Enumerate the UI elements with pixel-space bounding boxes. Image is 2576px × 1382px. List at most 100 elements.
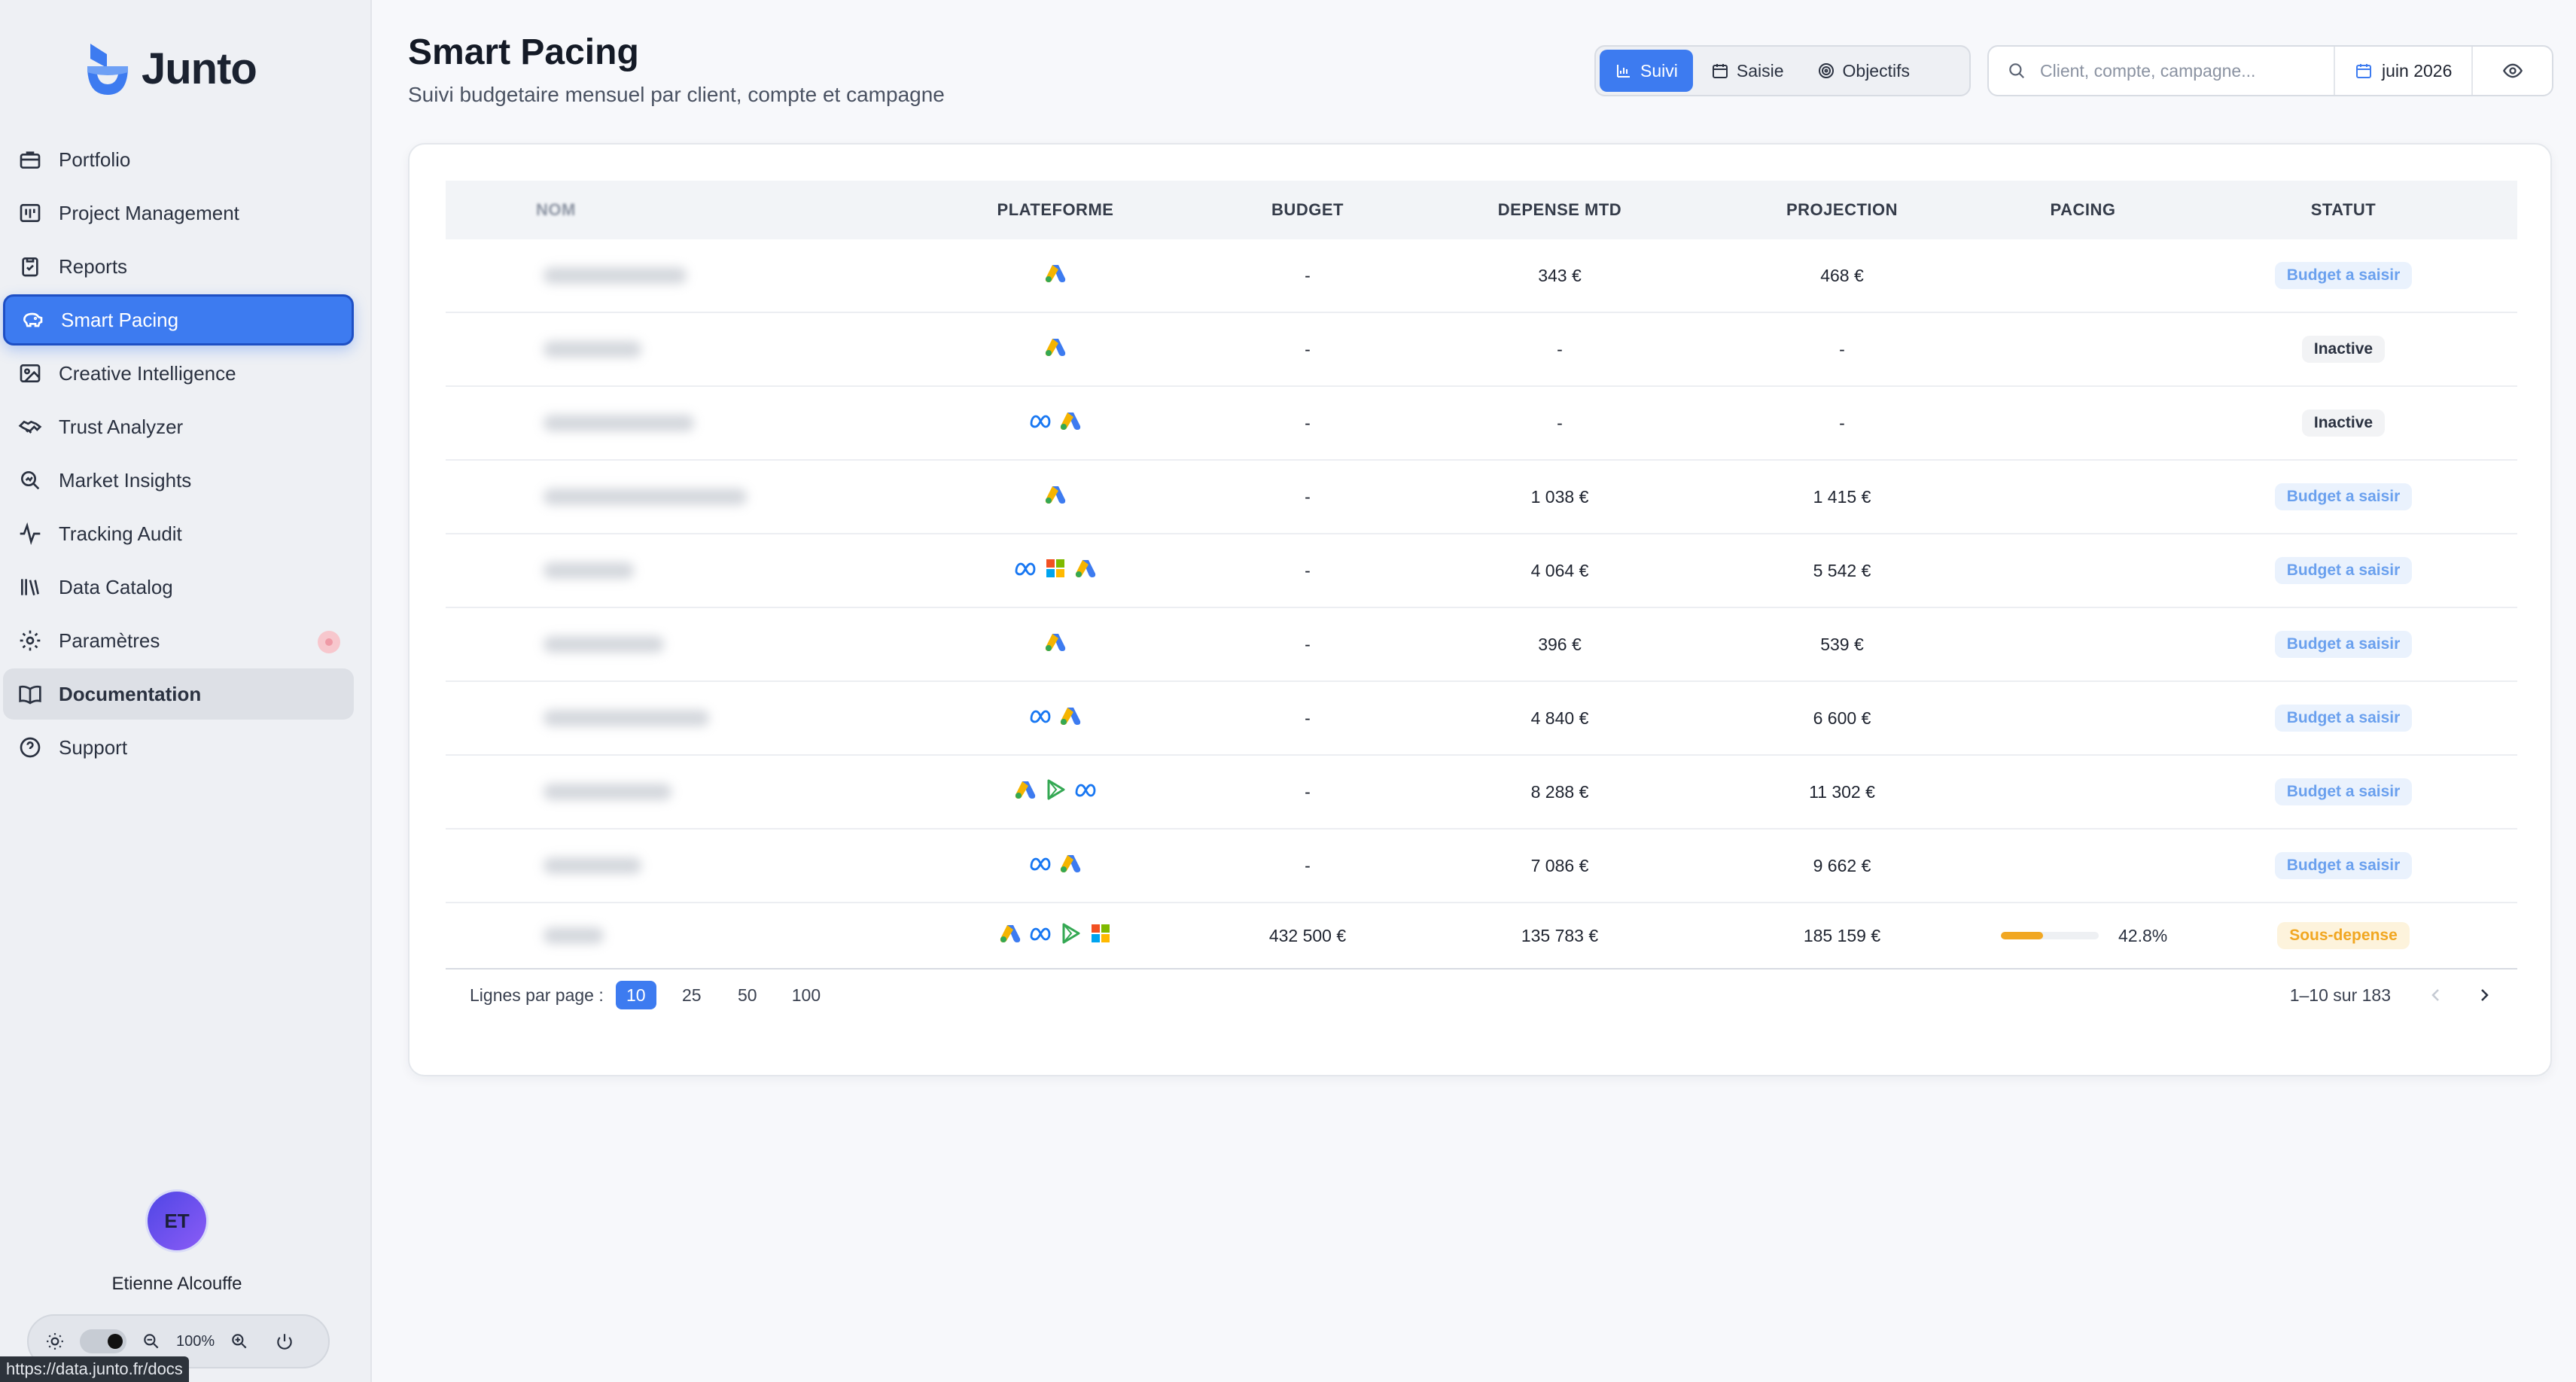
pacing-card: NOM PLATEFORME BUDGET DEPENSE MTD PROJEC… [408, 143, 2552, 1076]
pacing-indicator: 42.8% [1996, 926, 2170, 946]
cell-projection: - [1839, 412, 1845, 433]
cell-budget: - [1305, 634, 1311, 654]
sidebar-item-portfolio[interactable]: Portfolio [3, 134, 354, 185]
sidebar-item-smart-pacing[interactable]: Smart Pacing [3, 294, 354, 346]
table-row[interactable]: - 7 086 € 9 662 € Budget a saisir [446, 830, 2517, 903]
power-icon[interactable] [275, 1332, 294, 1351]
cell-depense: 7 086 € [1530, 855, 1589, 875]
table-row[interactable]: - 343 € 468 € Budget a saisir [446, 239, 2517, 313]
google-ads-icon [1060, 412, 1081, 430]
cell-depense: 135 783 € [1521, 925, 1599, 945]
cell-nom[interactable] [446, 903, 927, 968]
cell-plateforme [927, 557, 1183, 584]
cell-statut: Budget a saisir [2170, 631, 2517, 658]
col-header-nom[interactable]: NOM [446, 200, 927, 220]
page-size-10[interactable]: 10 [615, 981, 656, 1009]
tab-objectifs[interactable]: Objectifs [1802, 50, 1925, 92]
sidebar-item-support[interactable]: Support [3, 722, 354, 773]
sidebar-item-creative-intelligence[interactable]: Creative Intelligence [3, 348, 354, 399]
sidebar-item-label: Reports [59, 254, 128, 278]
cell-nom[interactable] [446, 313, 927, 385]
redacted-name [544, 636, 664, 653]
table-row[interactable]: - 4 064 € 5 542 € Budget a saisir [446, 534, 2517, 608]
cell-nom[interactable] [446, 682, 927, 754]
tab-suivi[interactable]: Suivi [1600, 50, 1693, 92]
sidebar: Junto Portfolio Project Management Reports… [0, 0, 372, 1382]
page-size-25[interactable]: 25 [671, 981, 712, 1009]
cell-depense: 4 064 € [1530, 560, 1589, 580]
col-header-budget[interactable]: BUDGET [1183, 200, 1432, 220]
zoom-in-icon[interactable] [230, 1332, 249, 1351]
col-header-projection[interactable]: PROJECTION [1688, 200, 1996, 220]
cell-nom[interactable] [446, 534, 927, 607]
logo[interactable]: Junto [84, 39, 257, 98]
cell-depense: 343 € [1538, 265, 1582, 285]
next-page-button[interactable] [2469, 980, 2499, 1010]
cell-nom[interactable] [446, 239, 927, 312]
col-header-statut[interactable]: STATUT [2170, 200, 2517, 220]
sidebar-item-data-catalog[interactable]: Data Catalog [3, 562, 354, 613]
table-row[interactable]: - 8 288 € 11 302 € Budget a saisir [446, 756, 2517, 830]
visibility-button[interactable] [2473, 60, 2552, 81]
table-row[interactable]: - - - Inactive [446, 387, 2517, 461]
sidebar-item-tracking-audit[interactable]: Tracking Audit [3, 508, 354, 559]
notification-badge [318, 631, 340, 653]
user-name: Etienne Alcouffe [111, 1274, 242, 1294]
sidebar-item-label: Paramètres [59, 629, 160, 652]
col-header-depense[interactable]: DEPENSE MTD [1432, 200, 1688, 220]
google-ads-icon [1045, 339, 1066, 356]
search-input[interactable] [2040, 60, 2326, 81]
table-row[interactable]: 432 500 € 135 783 € 185 159 € 42.8% Sous-dep… [446, 903, 2517, 970]
page-size-50[interactable]: 50 [727, 981, 768, 1009]
sidebar-item-trust-analyzer[interactable]: Trust Analyzer [3, 401, 354, 452]
cell-projection: 11 302 € [1809, 781, 1875, 802]
cell-statut: Budget a saisir [2170, 705, 2517, 732]
table-row[interactable]: - 1 038 € 1 415 € Budget a saisir [446, 461, 2517, 534]
col-header-plateforme[interactable]: PLATEFORME [927, 200, 1183, 220]
search-bar: juin 2026 [1987, 45, 2553, 96]
sidebar-item-market-insights[interactable]: Market Insights [3, 455, 354, 506]
redacted-name [544, 710, 709, 726]
cell-budget: - [1305, 265, 1311, 285]
eye-icon [2502, 63, 2523, 78]
cell-nom[interactable] [446, 830, 927, 902]
table-row[interactable]: - - - Inactive [446, 313, 2517, 387]
sidebar-item-project-management[interactable]: Project Management [3, 187, 354, 239]
theme-toggle[interactable] [80, 1329, 126, 1353]
zoom-out-icon[interactable] [142, 1332, 161, 1351]
month-label: juin 2026 [2382, 60, 2453, 81]
cell-projection: - [1839, 339, 1845, 359]
google-ads-icon [1060, 855, 1081, 872]
status-bar-url: https://data.junto.fr/docs [0, 1356, 189, 1382]
sidebar-item-documentation[interactable]: Documentation [3, 668, 354, 720]
sidebar-item-label: Portfolio [59, 148, 131, 171]
cell-statut: Budget a saisir [2170, 262, 2517, 289]
avatar[interactable]: ET [145, 1189, 209, 1253]
table-row[interactable]: - 4 840 € 6 600 € Budget a saisir [446, 682, 2517, 756]
search-field[interactable] [1989, 47, 2335, 95]
page-size-100[interactable]: 100 [783, 981, 830, 1009]
tab-saisie[interactable]: Saisie [1696, 50, 1799, 92]
month-picker-button[interactable]: juin 2026 [2335, 47, 2474, 95]
cell-plateforme [927, 922, 1183, 949]
cell-nom[interactable] [446, 608, 927, 680]
sidebar-item-parametres[interactable]: Paramètres [3, 615, 354, 666]
calendar-icon [2356, 64, 2371, 78]
status-badge: Budget a saisir [2274, 705, 2413, 732]
redacted-name [544, 489, 747, 505]
cell-nom[interactable] [446, 461, 927, 533]
col-header-pacing[interactable]: PACING [1996, 200, 2170, 220]
table-row[interactable]: - 396 € 539 € Budget a saisir [446, 608, 2517, 682]
cell-nom[interactable] [446, 387, 927, 459]
cell-statut: Sous-depense [2170, 922, 2517, 949]
target-icon [1818, 63, 1834, 78]
sidebar-item-label: Support [59, 735, 128, 759]
cell-budget: - [1305, 855, 1311, 875]
cell-nom[interactable] [446, 756, 927, 828]
meta-icon [1015, 562, 1036, 576]
sidebar-item-reports[interactable]: Reports [3, 241, 354, 292]
google-play-icon [1047, 779, 1065, 800]
sun-icon[interactable] [45, 1332, 65, 1351]
prev-page-button[interactable] [2421, 980, 2451, 1010]
image-icon [17, 360, 44, 387]
